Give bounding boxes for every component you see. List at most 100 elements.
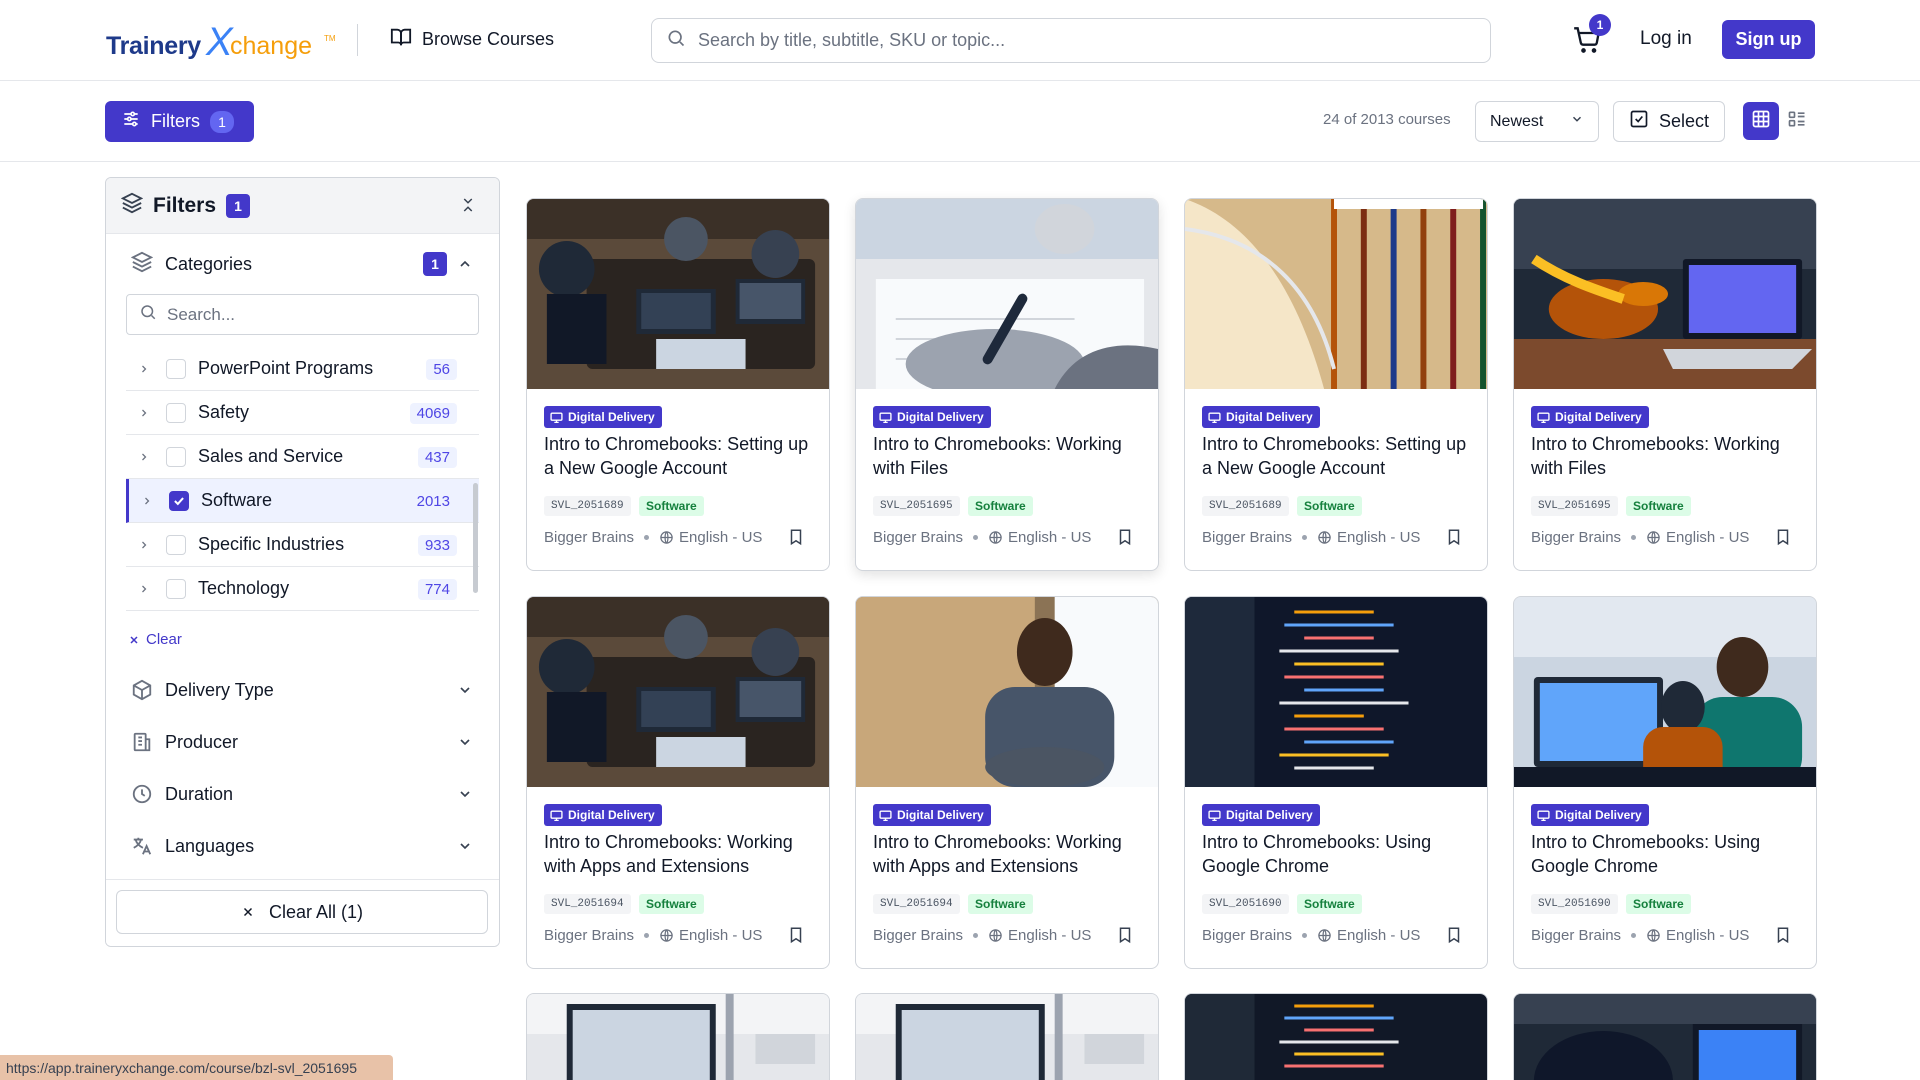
- chevron-right-icon[interactable]: [141, 495, 153, 507]
- course-sku: SVL_2051689: [1202, 496, 1289, 516]
- grid-view-toggle[interactable]: [1743, 102, 1779, 140]
- languages-section[interactable]: Languages: [106, 820, 499, 872]
- course-thumbnail-image: [1514, 597, 1816, 787]
- category-search-box[interactable]: [126, 294, 479, 335]
- course-title[interactable]: Intro to Chromebooks: Working with Apps …: [544, 830, 820, 878]
- delivery-badge: Digital Delivery: [544, 804, 662, 826]
- browse-courses-link[interactable]: Browse Courses: [390, 26, 554, 53]
- clear-categories-link[interactable]: Clear: [128, 631, 499, 648]
- list-icon: [1787, 109, 1807, 134]
- category-name: Software: [201, 490, 273, 510]
- course-card[interactable]: Digital Delivery Intro to Chromebooks: W…: [855, 596, 1159, 969]
- course-card-partial[interactable]: [526, 993, 830, 1080]
- course-title[interactable]: Intro to Chromebooks: Using Google Chrom…: [1202, 830, 1478, 878]
- sort-select[interactable]: Newest: [1475, 101, 1599, 142]
- course-card[interactable]: Digital Delivery Intro to Chromebooks: W…: [1513, 198, 1817, 571]
- bookmark-icon[interactable]: [787, 925, 805, 945]
- bookmark-icon[interactable]: [787, 527, 805, 547]
- course-meta: Bigger Brains English - US: [544, 526, 762, 548]
- sliders-icon: [121, 109, 141, 134]
- chevron-right-icon[interactable]: [138, 407, 150, 419]
- course-card[interactable]: Digital Delivery Intro to Chromebooks: S…: [526, 198, 830, 571]
- cart-button[interactable]: 1: [1573, 14, 1611, 58]
- producer-section[interactable]: Producer: [106, 716, 499, 768]
- course-thumbnail: [527, 994, 829, 1080]
- category-tag: Software: [1626, 894, 1691, 914]
- course-card-partial[interactable]: [1513, 993, 1817, 1080]
- meta-separator-dot: [644, 534, 650, 540]
- categories-section-header[interactable]: Categories 1: [106, 234, 499, 294]
- category-item-safety[interactable]: Safety 4069: [126, 391, 479, 435]
- category-item-software[interactable]: Software 2013: [126, 479, 479, 523]
- producer-name: Bigger Brains: [1202, 528, 1293, 546]
- course-meta: Bigger Brains English - US: [544, 924, 762, 946]
- category-name: Sales and Service: [198, 446, 344, 466]
- logo-text-trainery: Trainery: [106, 32, 201, 60]
- course-title[interactable]: Intro to Chromebooks: Setting up a New G…: [544, 432, 820, 480]
- course-sku: SVL_2051690: [1531, 894, 1618, 914]
- chevron-right-icon[interactable]: [138, 451, 150, 463]
- delivery-type-section[interactable]: Delivery Type: [106, 664, 499, 716]
- category-checkbox[interactable]: [166, 446, 186, 467]
- course-search-input[interactable]: [698, 30, 1458, 51]
- category-checkbox[interactable]: [166, 534, 186, 555]
- clear-all-button[interactable]: Clear All (1): [116, 890, 488, 934]
- course-title[interactable]: Intro to Chromebooks: Using Google Chrom…: [1531, 830, 1807, 878]
- filters-toggle-label: Filters: [151, 111, 200, 131]
- layers-icon: [130, 251, 154, 278]
- category-search-input[interactable]: [167, 304, 467, 325]
- chevron-right-icon[interactable]: [138, 539, 150, 551]
- category-checkbox-checked[interactable]: [169, 490, 189, 511]
- course-card[interactable]: Digital Delivery Intro to Chromebooks: U…: [1513, 596, 1817, 969]
- category-checkbox[interactable]: [166, 578, 186, 599]
- course-card-partial[interactable]: [855, 993, 1159, 1080]
- browse-courses-label: Browse Courses: [422, 29, 555, 49]
- bookmark-icon[interactable]: [1116, 925, 1134, 945]
- category-item-powerpoint-programs[interactable]: PowerPoint Programs 56: [126, 347, 479, 391]
- globe-icon: [1647, 928, 1660, 942]
- filters-toggle-button[interactable]: Filters 1: [105, 101, 254, 142]
- course-card-partial[interactable]: [1184, 993, 1488, 1080]
- bookmark-icon[interactable]: [1445, 527, 1463, 547]
- bookmark-icon[interactable]: [1445, 925, 1463, 945]
- category-item-technology[interactable]: Technology 774: [126, 567, 479, 611]
- course-card[interactable]: Digital Delivery Intro to Chromebooks: U…: [1184, 596, 1488, 969]
- category-checkbox[interactable]: [166, 402, 186, 423]
- category-count: 56: [426, 359, 457, 380]
- shopping-cart-icon: [1573, 27, 1601, 58]
- collapse-icon[interactable]: [459, 196, 477, 214]
- category-checkbox[interactable]: [166, 358, 186, 379]
- filters-panel-count: 1: [226, 193, 251, 218]
- scrollbar-thumb[interactable]: [473, 483, 478, 593]
- signup-button[interactable]: Sign up: [1722, 20, 1815, 59]
- chevron-right-icon[interactable]: [138, 583, 150, 595]
- meta-separator-dot: [1631, 534, 1637, 540]
- bookmark-icon[interactable]: [1774, 925, 1792, 945]
- select-button[interactable]: Select: [1613, 101, 1725, 142]
- course-thumbnail-image: [527, 199, 829, 389]
- bookmark-icon[interactable]: [1116, 527, 1134, 547]
- course-title[interactable]: Intro to Chromebooks: Working with Files: [1531, 432, 1807, 480]
- course-title[interactable]: Intro to Chromebooks: Working with Apps …: [873, 830, 1149, 878]
- course-card[interactable]: Digital Delivery Intro to Chromebooks: W…: [526, 596, 830, 969]
- course-card[interactable]: Digital Delivery Intro to Chromebooks: S…: [1184, 198, 1488, 571]
- duration-section[interactable]: Duration: [106, 768, 499, 820]
- chevron-right-icon[interactable]: [138, 363, 150, 375]
- category-item-specific-industries[interactable]: Specific Industries 933: [126, 523, 479, 567]
- category-scrollbar[interactable]: [471, 347, 479, 617]
- search-icon: [139, 303, 157, 326]
- list-view-toggle[interactable]: [1779, 102, 1815, 140]
- course-title[interactable]: Intro to Chromebooks: Working with Files: [873, 432, 1149, 480]
- category-item-sales-and-service[interactable]: Sales and Service 437: [126, 435, 479, 479]
- delivery-badge: Digital Delivery: [1531, 406, 1649, 428]
- course-search-box[interactable]: [651, 18, 1491, 63]
- globe-icon: [1318, 530, 1331, 544]
- traineryxchange-logo[interactable]: Trainery X change TM: [106, 14, 338, 66]
- course-title[interactable]: Intro to Chromebooks: Setting up a New G…: [1202, 432, 1478, 480]
- building-icon: [133, 732, 151, 752]
- login-link[interactable]: Log in: [1640, 28, 1692, 50]
- course-card[interactable]: Digital Delivery Intro to Chromebooks: W…: [855, 198, 1159, 571]
- producer-name: Bigger Brains: [873, 528, 964, 546]
- chevron-down-icon: [1570, 112, 1584, 131]
- bookmark-icon[interactable]: [1774, 527, 1792, 547]
